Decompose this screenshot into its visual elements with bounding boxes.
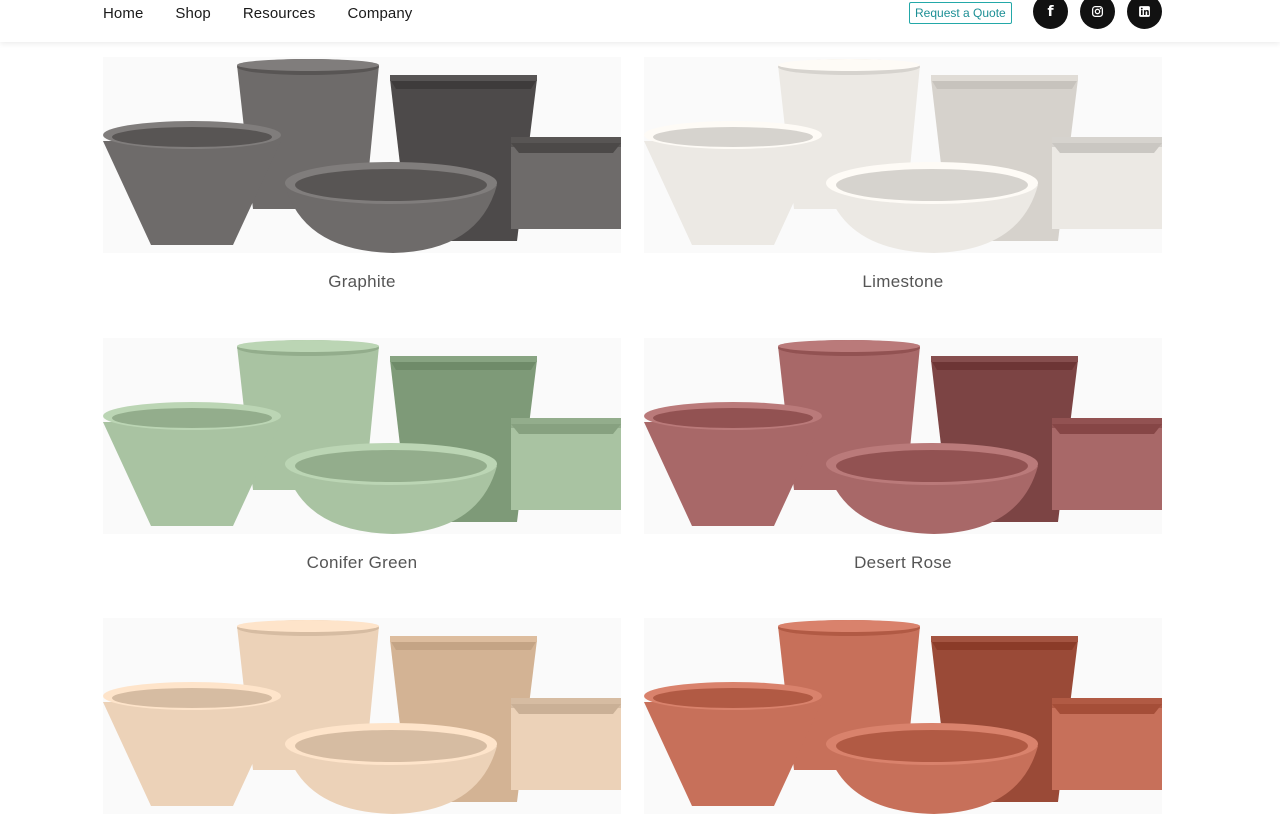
cone-planter — [644, 422, 822, 526]
nav-shop[interactable]: Shop — [175, 5, 210, 22]
finish-label: Desert Rose — [854, 553, 952, 572]
finish-label: Graphite — [328, 272, 396, 291]
cone-planter — [644, 141, 822, 245]
cube-planter — [1052, 143, 1162, 229]
cube-planter — [1052, 424, 1162, 510]
finish-card-desert-rose[interactable]: Desert Rose — [644, 338, 1162, 572]
product-photo — [103, 618, 621, 814]
facebook-icon: f — [1047, 3, 1054, 20]
main-nav: Home Shop Resources Company — [103, 5, 412, 22]
site-header: Home Shop Resources Company Request a Qu… — [0, 0, 1280, 42]
instagram-icon — [1091, 5, 1104, 18]
finish-label: Conifer Green — [306, 553, 418, 572]
cone-planter — [103, 141, 281, 245]
cone-planter — [103, 422, 281, 526]
instagram-button[interactable] — [1080, 0, 1115, 29]
facebook-button[interactable]: f — [1033, 0, 1068, 29]
finish-label: Limestone — [862, 272, 944, 291]
cone-planter — [644, 702, 822, 806]
product-photo — [103, 338, 621, 534]
cube-planter — [511, 704, 621, 790]
linkedin-icon — [1139, 6, 1150, 17]
linkedin-button[interactable] — [1127, 0, 1162, 29]
finish-card-conifer-green[interactable]: Conifer Green — [103, 338, 621, 572]
finish-card-graphite[interactable]: Graphite — [103, 57, 621, 291]
product-photo — [644, 338, 1162, 534]
product-photo — [644, 57, 1162, 253]
cube-planter — [511, 424, 621, 510]
nav-resources[interactable]: Resources — [243, 5, 316, 22]
request-quote-button[interactable]: Request a Quote — [909, 2, 1012, 24]
cube-planter — [511, 143, 621, 229]
product-photo — [644, 618, 1162, 814]
product-photo — [103, 57, 621, 253]
cone-planter — [103, 702, 281, 806]
finish-card-6[interactable] — [644, 618, 1162, 814]
finish-card-limestone[interactable]: Limestone — [644, 57, 1162, 291]
nav-home[interactable]: Home — [103, 5, 143, 22]
nav-company[interactable]: Company — [347, 5, 412, 22]
cube-planter — [1052, 704, 1162, 790]
finish-card-5[interactable] — [103, 618, 621, 814]
